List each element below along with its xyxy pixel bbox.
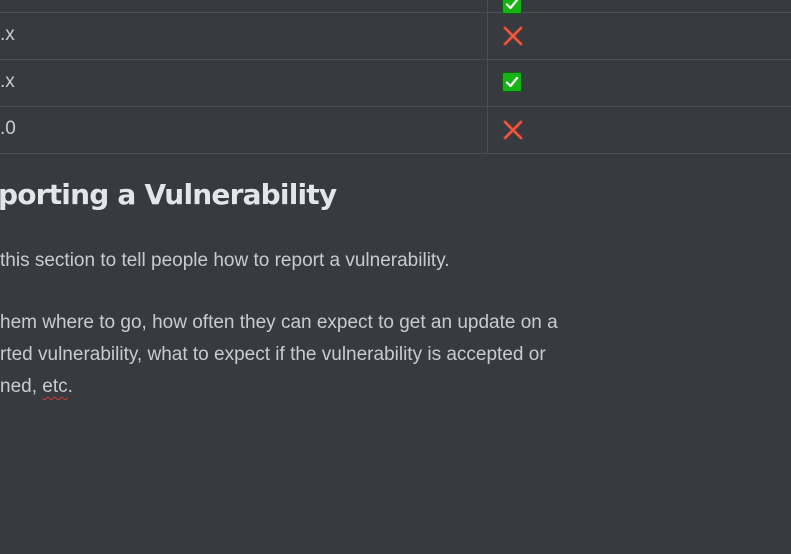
cross-mark-icon [502,119,524,141]
paragraph: this section to tell people how to repor… [0,250,450,271]
check-mark-icon [502,72,524,94]
paragraph-line: rted vulnerability, what to expect if th… [0,344,546,365]
table-row [0,0,791,14]
version-cell: .0 [0,117,16,139]
paragraph: hem where to go, how often they can expe… [0,307,558,403]
column-divider [487,13,488,59]
version-cell: .x [0,70,15,92]
supported-versions-table: .x .x .0 [0,0,791,154]
cross-mark-icon [502,25,524,47]
paragraph-line: . [67,376,73,397]
paragraph-line: hem where to go, how often they can expe… [0,312,558,333]
paragraph-line: ned, [0,376,43,397]
table-row: .0 [0,107,791,154]
section-heading: porting a Vulnerability [0,178,337,211]
table-row: .x [0,13,791,60]
table-row: .x [0,60,791,107]
column-divider [487,60,488,106]
column-divider [487,0,488,12]
misspelled-word[interactable]: etc [42,376,67,397]
column-divider [487,107,488,153]
version-cell: .x [0,23,15,45]
